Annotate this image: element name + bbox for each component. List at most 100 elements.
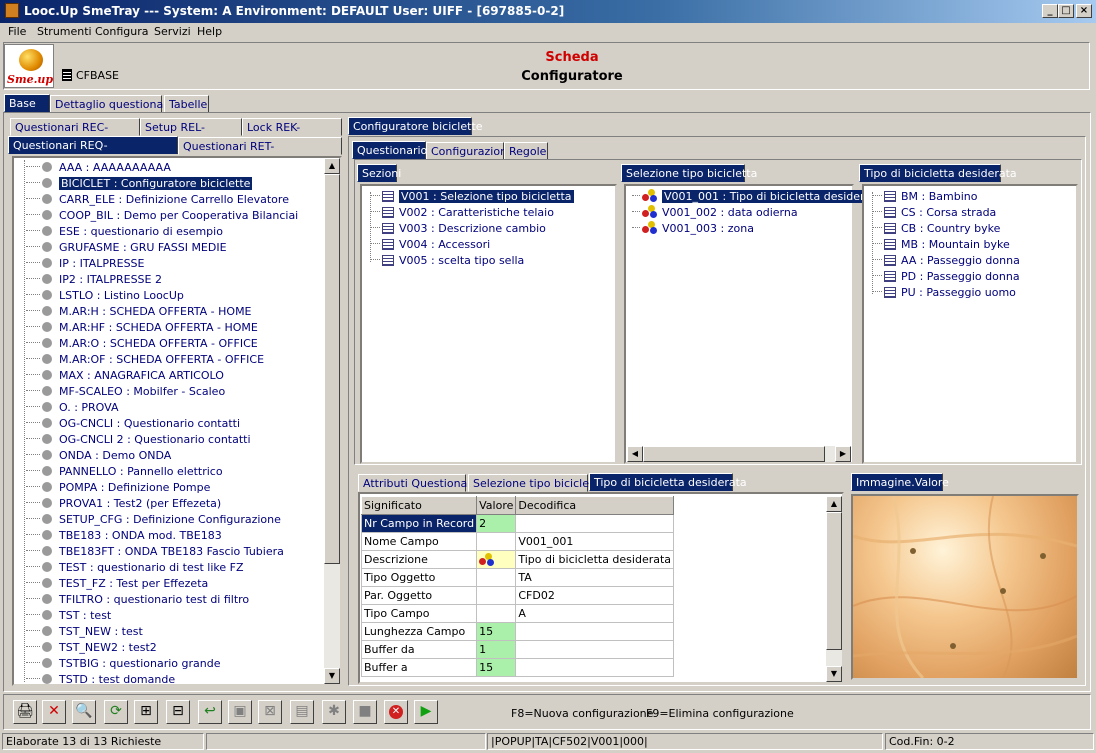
tool-icon[interactable]: ✱ [322, 700, 346, 724]
scroll-down-button[interactable]: ▼ [324, 668, 340, 684]
cell-valore-container[interactable]: 1 [476, 640, 517, 659]
scroll-right-button[interactable]: ▶ [835, 446, 851, 462]
questionario-item[interactable]: TSTBIG : questionario grande [26, 656, 220, 672]
sezione-item[interactable]: V003 : Descrizione cambio [370, 221, 546, 237]
questionario-item[interactable]: PANNELLO : Pannello elettrico [26, 464, 223, 480]
col-valore[interactable]: Valore [476, 496, 517, 515]
tree-icon[interactable]: ⊞ [134, 700, 158, 724]
cell-valore-container[interactable] [476, 532, 517, 551]
hscroll-thumb[interactable] [643, 446, 825, 462]
layout-icon[interactable]: ▤ [290, 700, 314, 724]
tab-selezione-tipo-bicicletta[interactable]: Selezione tipo bicicletta [468, 474, 604, 492]
col-decodifica[interactable]: Decodifica [515, 496, 675, 515]
questionario-item[interactable]: LSTLO : Listino LoocUp [26, 288, 184, 304]
questionario-item[interactable]: GRUFASME : GRU FASSI MEDIE [26, 240, 227, 256]
back-icon[interactable]: ↩ [198, 700, 222, 724]
menu-file[interactable]: File [8, 25, 26, 38]
close-button[interactable]: × [1076, 4, 1092, 18]
scroll-left-button[interactable]: ◀ [627, 446, 643, 462]
selezione-item[interactable]: V001_003 : zona [632, 221, 754, 237]
selezione-item[interactable]: V001_001 : Tipo di bicicletta desidera [632, 189, 874, 205]
questionario-item[interactable]: PROVA1 : Test2 (per Effezeta) [26, 496, 221, 512]
sezione-item[interactable]: V001 : Selezione tipo bicicletta [370, 189, 574, 205]
menu-help[interactable]: Help [197, 25, 222, 38]
selezione-hscrollbar[interactable]: ◀ ▶ [627, 446, 851, 462]
table-row[interactable]: Buffer da 1 [360, 640, 675, 659]
collapse-icon[interactable]: ⊟ [166, 700, 190, 724]
questionario-item[interactable]: TST_NEW : test [26, 624, 143, 640]
grid-scroll-thumb[interactable] [826, 512, 842, 650]
questionario-item[interactable]: MAX : ANAGRAFICA ARTICOLO [26, 368, 224, 384]
scroll-thumb[interactable] [324, 174, 340, 564]
questionario-item[interactable]: AAA : AAAAAAAAAA [26, 160, 171, 176]
table-row[interactable]: Descrizione Tipo di bicicletta desiderata [360, 550, 675, 569]
questionario-item[interactable]: TSTD : test domande [26, 672, 175, 688]
col-significato[interactable]: Significato [360, 496, 478, 515]
questionario-item[interactable]: ONDA : Demo ONDA [26, 448, 171, 464]
search-icon[interactable]: 🔍 [72, 700, 96, 724]
questionario-item[interactable]: ESE : questionario di esempio [26, 224, 223, 240]
cell-valore-container[interactable] [476, 568, 517, 587]
questionario-item[interactable]: POMPA : Definizione Pompe [26, 480, 210, 496]
tab-dettaglio-questionario[interactable]: Dettaglio questionario [50, 95, 178, 113]
tipo-item[interactable]: AA : Passeggio donna [872, 253, 1020, 269]
tab-questionari-rec[interactable]: Questionari REC- [10, 118, 140, 136]
questionario-item[interactable]: TBE183 : ONDA mod. TBE183 [26, 528, 222, 544]
cancel-icon[interactable]: ✕ [384, 700, 408, 724]
grid-scrollbar[interactable]: ▲ ▼ [826, 496, 842, 682]
grid-scroll-down-button[interactable]: ▼ [826, 666, 842, 682]
tipo-item[interactable]: PU : Passeggio uomo [872, 285, 1016, 301]
scroll-up-button[interactable]: ▲ [324, 158, 340, 174]
cell-valore-container[interactable] [476, 586, 517, 605]
cell-valore-container[interactable] [476, 550, 517, 569]
menu-strumenti[interactable]: Strumenti [37, 25, 92, 38]
tipo-item[interactable]: CS : Corsa strada [872, 205, 996, 221]
questionario-item[interactable]: IP : ITALPRESSE [26, 256, 144, 272]
sezione-item[interactable]: V004 : Accessori [370, 237, 490, 253]
questionario-item[interactable]: TFILTRO : questionario test di filtro [26, 592, 249, 608]
questionario-item[interactable]: CARR_ELE : Definizione Carrello Elevator… [26, 192, 289, 208]
tab-questionario[interactable]: Questionario [352, 141, 427, 159]
tipo-item[interactable]: BM : Bambino [872, 189, 977, 205]
table-row[interactable]: Nr Campo in Record 2 [360, 514, 675, 533]
questionario-item[interactable]: SETUP_CFG : Definizione Configurazione [26, 512, 281, 528]
play-icon[interactable]: ▶ [414, 700, 438, 724]
stop-icon[interactable]: ■ [353, 700, 377, 724]
tab-configurazioni[interactable]: Configurazioni [426, 142, 510, 160]
questionario-item[interactable]: TST_NEW2 : test2 [26, 640, 157, 656]
tipo-item[interactable]: PD : Passeggio donna [872, 269, 1020, 285]
tab-questionari-ret[interactable]: Questionari RET- [178, 137, 342, 155]
questionario-item[interactable]: TBE183FT : ONDA TBE183 Fascio Tubiera [26, 544, 284, 560]
cell-valore-container[interactable]: 15 [476, 622, 517, 641]
tab-regole[interactable]: Regole [504, 142, 548, 160]
tab-immagine-valore[interactable]: Immagine.Valore [851, 473, 949, 491]
cell-valore-container[interactable]: 15 [476, 658, 517, 677]
sezione-item[interactable]: V005 : scelta tipo sella [370, 253, 524, 269]
menu-servizi[interactable]: Servizi [154, 25, 191, 38]
table-row[interactable]: Par. Oggetto CFD02 [360, 586, 675, 605]
cart-icon[interactable]: ⊠ [258, 700, 282, 724]
selezione-item[interactable]: V001_002 : data odierna [632, 205, 798, 221]
questionario-item[interactable]: M.AR:OF : SCHEDA OFFERTA - OFFICE [26, 352, 264, 368]
tipo-item[interactable]: CB : Country byke [872, 221, 1000, 237]
questionario-item[interactable]: TST : test [26, 608, 111, 624]
tab-base[interactable]: Base [4, 94, 50, 112]
sezione-item[interactable]: V002 : Caratteristiche telaio [370, 205, 554, 221]
tree-scrollbar[interactable]: ▲ ▼ [324, 158, 340, 684]
questionario-item[interactable]: M.AR:O : SCHEDA OFFERTA - OFFICE [26, 336, 258, 352]
minimize-button[interactable]: _ [1042, 4, 1058, 18]
table-row[interactable]: Tipo Oggetto TA [360, 568, 675, 587]
tab-attributi-questionario[interactable]: Attributi Questionario [358, 474, 482, 492]
questionario-item[interactable]: BICICLET : Configuratore biciclette [26, 176, 253, 192]
questionario-item[interactable]: M.AR:HF : SCHEDA OFFERTA - HOME [26, 320, 258, 336]
save-icon[interactable]: ▣ [228, 700, 252, 724]
questionario-item[interactable]: TEST_FZ : Test per Effezeta [26, 576, 208, 592]
tab-setup-rel[interactable]: Setup REL- [140, 118, 242, 136]
questionario-item[interactable]: OG-CNCLI : Questionario contatti [26, 416, 240, 432]
tab-lock-rek[interactable]: Lock REK- [242, 118, 342, 136]
table-row[interactable]: Buffer a 15 [360, 658, 675, 677]
questionario-item[interactable]: IP2 : ITALPRESSE 2 [26, 272, 162, 288]
menu-configura[interactable]: Configura [95, 25, 149, 38]
questionario-item[interactable]: MF-SCALEO : Mobilfer - Scaleo [26, 384, 225, 400]
cell-valore-container[interactable] [476, 604, 517, 623]
